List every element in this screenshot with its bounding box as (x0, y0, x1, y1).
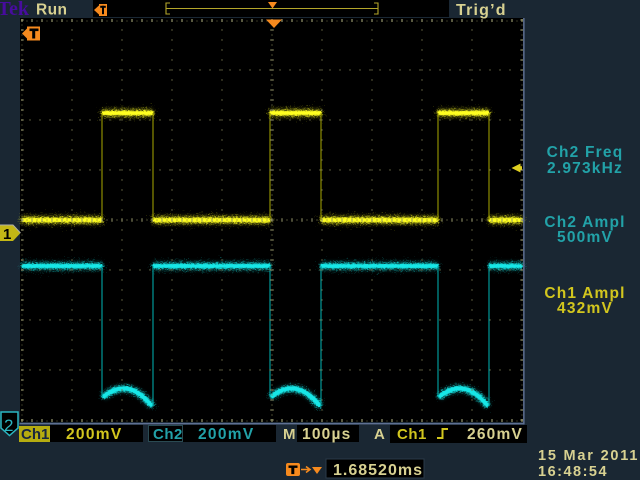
svg-text:Run: Run (36, 2, 67, 19)
svg-text:Ch2 Freq: Ch2 Freq (547, 144, 624, 161)
svg-text:16:48:54: 16:48:54 (538, 464, 608, 480)
svg-text:A: A (374, 426, 385, 443)
svg-text:2.973kHz: 2.973kHz (547, 160, 623, 177)
svg-text:Trig’d: Trig’d (456, 2, 507, 19)
svg-text:15 Mar 2011: 15 Mar 2011 (538, 448, 639, 464)
svg-text:500mV: 500mV (557, 229, 613, 246)
svg-text:100µs: 100µs (302, 426, 351, 443)
svg-text:1.68520ms: 1.68520ms (333, 462, 423, 479)
svg-text:200mV: 200mV (198, 426, 254, 443)
svg-text:260mV: 260mV (467, 426, 523, 443)
svg-text:Ch1: Ch1 (21, 426, 49, 443)
svg-text:1: 1 (3, 226, 11, 243)
svg-text:Ch1: Ch1 (397, 426, 427, 443)
svg-text:432mV: 432mV (557, 300, 613, 317)
svg-text:200mV: 200mV (66, 426, 122, 443)
svg-text:Ch2: Ch2 (153, 426, 183, 443)
svg-text:Tek: Tek (0, 0, 30, 20)
svg-text:M: M (283, 426, 296, 443)
svg-text:2: 2 (4, 416, 13, 435)
